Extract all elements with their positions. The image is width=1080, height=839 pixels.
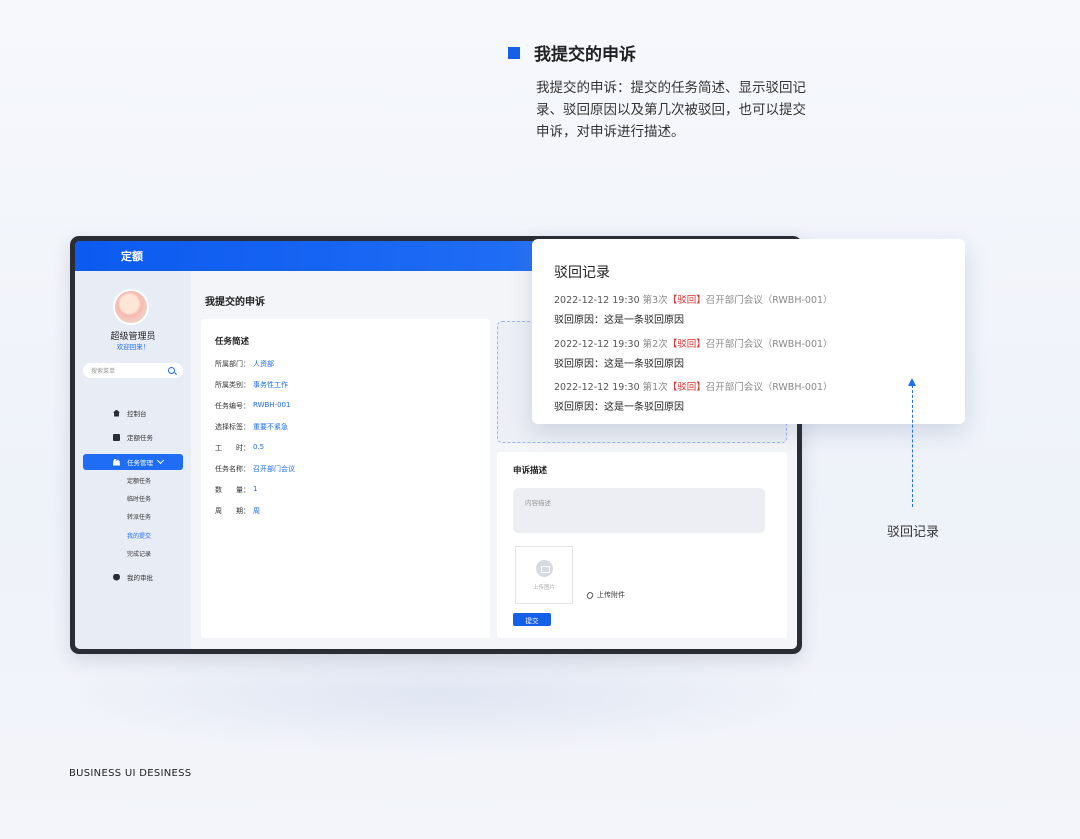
card-title: 申诉描述 bbox=[513, 466, 548, 476]
sidebar-item-my-approval[interactable]: 我的审批 bbox=[83, 569, 183, 585]
people-icon bbox=[113, 458, 120, 466]
description-title: 我提交的申诉 bbox=[534, 45, 636, 65]
sidebar-subitem-completed[interactable]: 完成记录 bbox=[127, 549, 151, 558]
card-title: 任务简述 bbox=[215, 337, 250, 347]
paperclip-icon bbox=[585, 590, 595, 600]
record-count: 第3次 bbox=[642, 295, 668, 306]
summary-row: 数 量： 1 bbox=[215, 485, 258, 494]
record-task: 召开部门会议（RWBH-001） bbox=[705, 339, 833, 350]
submit-button[interactable]: 提交 bbox=[513, 613, 551, 626]
summary-row: 所属部门： 人资部 bbox=[215, 360, 274, 368]
upload-image-label: 上传图片 bbox=[532, 585, 555, 591]
task-summary-card: 任务简述 所属部门： 人资部 所属类别： 事务性工作 任务编号： RWBH-001 选… bbox=[201, 319, 490, 638]
summary-row: 周 期：周 bbox=[215, 507, 260, 515]
upload-attachment-button[interactable]: 上传附件 bbox=[585, 590, 625, 600]
sidebar-subitem-transfer-task[interactable]: 转派任务 bbox=[127, 512, 151, 521]
appeal-card: 申诉描述 内容描述 上传图片 上传附件 提交 bbox=[497, 452, 787, 638]
record-datetime: 2022-12-12 19:30 bbox=[554, 339, 640, 350]
record-task: 召开部门会议（RWBH-001） bbox=[705, 295, 833, 306]
reject-record-item: 2022-12-12 19:30 第1次【驳回】召开部门会议（RWBH-001）… bbox=[554, 379, 833, 413]
footer-text: BUSINESS UI DESINESS bbox=[69, 768, 192, 779]
camera-icon bbox=[536, 560, 553, 577]
sidebar-item-dashboard[interactable]: 控制台 bbox=[83, 405, 183, 421]
sidebar-item-quota-task[interactable]: 定额任务 bbox=[83, 429, 183, 445]
summary-row: 选择标签： 重要不紧急 bbox=[215, 423, 288, 431]
sidebar-subitem-temp-task[interactable]: 临时任务 bbox=[127, 494, 151, 503]
app-title: 定额 bbox=[121, 250, 143, 263]
sidebar-subitem-my-submission[interactable]: 我的提交 bbox=[127, 531, 151, 540]
reject-record-popup: 驳回记录 2022-12-12 19:30 第3次【驳回】召开部门会议（RWBH… bbox=[532, 239, 965, 424]
annotation-label: 驳回记录 bbox=[887, 525, 940, 540]
record-tag: 【驳回】 bbox=[667, 382, 706, 393]
record-count: 第1次 bbox=[642, 382, 668, 393]
record-reason: 驳回原因：这是一条驳回原因 bbox=[554, 315, 684, 326]
sidebar-item-label: 我的审批 bbox=[127, 574, 153, 582]
sidebar: 超级管理员 欢迎回来！ 搜索菜单 控制台 定额任务 任务管理 定额任务 临时任务… bbox=[75, 271, 191, 649]
sidebar-subitem-quota-task[interactable]: 定额任务 bbox=[127, 476, 151, 485]
calendar-icon bbox=[113, 433, 120, 441]
record-tag: 【驳回】 bbox=[667, 339, 706, 350]
sidebar-item-task-manage[interactable]: 任务管理 bbox=[83, 454, 183, 470]
summary-row: 任务编号： RWBH-001 bbox=[215, 401, 291, 410]
record-datetime: 2022-12-12 19:30 bbox=[554, 382, 640, 393]
sidebar-item-label: 任务管理 bbox=[127, 459, 153, 467]
record-reason: 驳回原因：这是一条驳回原因 bbox=[554, 359, 684, 370]
popup-title: 驳回记录 bbox=[554, 265, 610, 281]
search-icon[interactable] bbox=[168, 367, 175, 374]
sidebar-item-label: 控制台 bbox=[127, 410, 147, 418]
search-placeholder: 搜索菜单 bbox=[91, 368, 116, 375]
sidebar-item-label: 定额任务 bbox=[127, 434, 153, 442]
record-task: 召开部门会议（RWBH-001） bbox=[705, 382, 833, 393]
description-text: 我提交的申诉：提交的任务简述、显示驳回记录、驳回原因以及第几次被驳回，也可以提交… bbox=[536, 80, 806, 140]
record-tag: 【驳回】 bbox=[667, 295, 706, 306]
page-title: 我提交的申诉 bbox=[205, 297, 265, 308]
background-glow bbox=[60, 640, 820, 750]
reject-record-item: 2022-12-12 19:30 第2次【驳回】召开部门会议（RWBH-001）… bbox=[554, 336, 833, 370]
search-input[interactable]: 搜索菜单 bbox=[83, 363, 183, 378]
summary-row: 任务名称： 召开部门会议 bbox=[215, 465, 295, 473]
appeal-placeholder: 内容描述 bbox=[525, 499, 551, 507]
user-welcome: 欢迎回来！ bbox=[116, 343, 150, 351]
chevron-down-icon bbox=[156, 456, 165, 465]
avatar[interactable] bbox=[113, 289, 149, 325]
home-icon bbox=[113, 409, 120, 417]
annotation-line bbox=[912, 385, 913, 507]
user-icon bbox=[113, 573, 120, 581]
appeal-description-input[interactable]: 内容描述 bbox=[513, 488, 765, 533]
feature-description: 我提交的申诉 我提交的申诉：提交的任务简述、显示驳回记录、驳回原因以及第几次被驳… bbox=[508, 40, 828, 143]
square-bullet-icon bbox=[508, 46, 520, 59]
reject-record-item: 2022-12-12 19:30 第3次【驳回】召开部门会议（RWBH-001）… bbox=[554, 292, 833, 326]
record-reason: 驳回原因：这是一条驳回原因 bbox=[554, 402, 684, 413]
upload-image-button[interactable]: 上传图片 bbox=[515, 546, 573, 604]
summary-row: 所属类别： 事务性工作 bbox=[215, 381, 288, 389]
record-datetime: 2022-12-12 19:30 bbox=[554, 295, 640, 306]
record-count: 第2次 bbox=[642, 339, 668, 350]
upload-attachment-label: 上传附件 bbox=[597, 591, 625, 599]
summary-row: 工 时： 0.5 bbox=[215, 443, 265, 452]
